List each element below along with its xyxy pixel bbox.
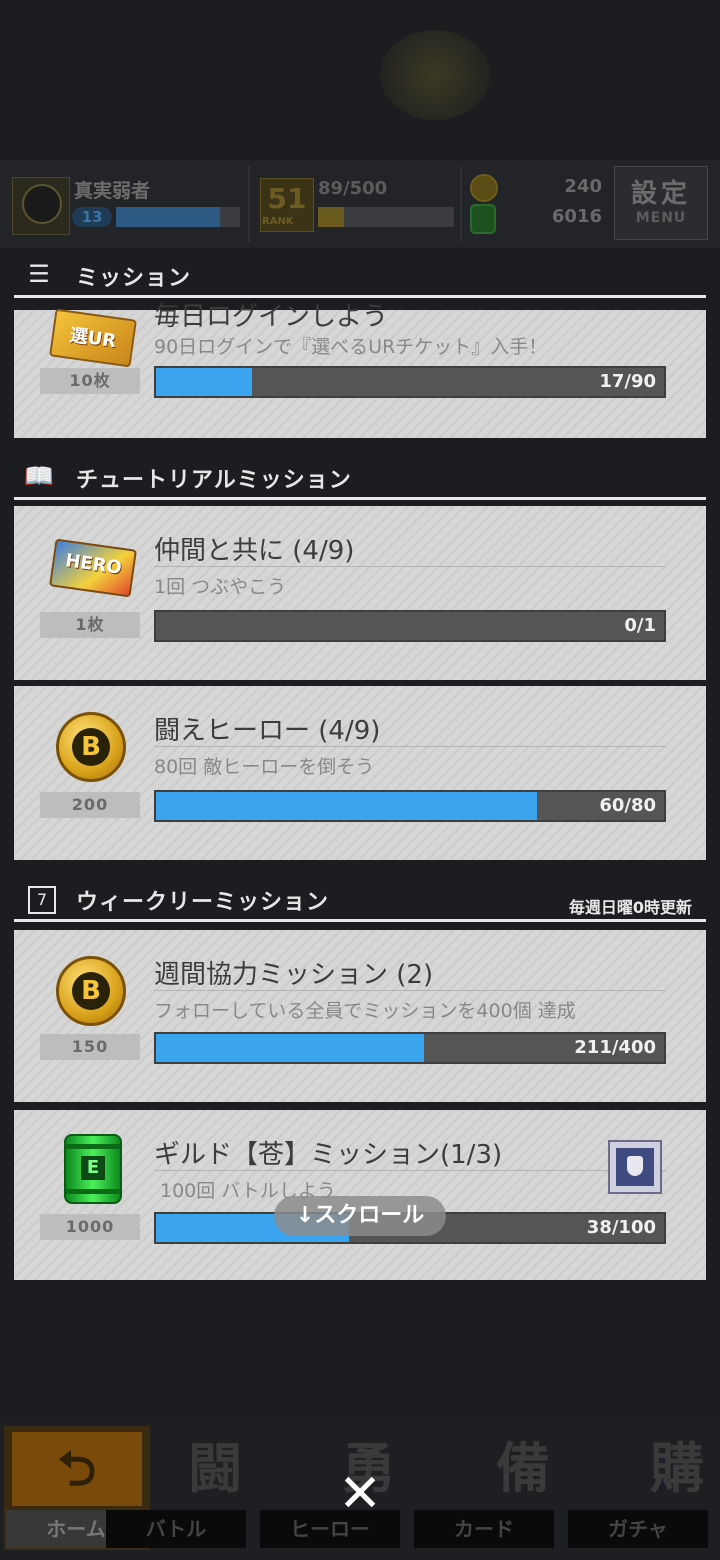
progress-fill <box>156 792 537 820</box>
coin-count: 240 <box>564 176 602 197</box>
ur-ticket-icon: 選UR <box>49 308 137 368</box>
guild-emblem-background <box>616 1148 654 1186</box>
mission-title: 週間協力ミッション (2) <box>154 960 434 990</box>
gacha-icon: 購 <box>650 1437 704 1500</box>
ticket-text: 選UR <box>68 324 118 353</box>
coin-emblem: B <box>72 728 110 766</box>
gem-icon <box>470 204 496 234</box>
barrel-band <box>66 1144 120 1149</box>
reward-count: 200 <box>40 792 140 818</box>
mission-card-weekly-coop[interactable]: B 週間協力ミッション (2) フォローしている全員でミッションを400個 達成… <box>14 930 706 1102</box>
mission-title: 毎日ログインしよう <box>154 302 389 332</box>
card-icon: 備 <box>496 1437 550 1500</box>
shield-icon <box>627 1156 643 1176</box>
tutorial-section-header: 📖 チュートリアルミッション <box>14 454 706 500</box>
mission-card-fight[interactable]: B 闘えヒーロー (4/9) 80回 敵ヒーローを倒そう 200 60/80 <box>14 686 706 860</box>
nav-card[interactable]: 備 カード <box>412 1426 558 1550</box>
nav-gacha[interactable]: 購 ガチャ <box>566 1426 712 1550</box>
weekly-section-header: 7 ウィークリーミッション 毎週日曜0時更新 <box>14 876 706 922</box>
section-underline <box>14 497 706 500</box>
nav-battle[interactable]: 闘 バトル <box>104 1426 250 1550</box>
title-rule <box>154 1170 666 1171</box>
mission-card-login[interactable]: 選UR 毎日ログインしよう 90日ログインで『選べるURチケット』入手！ 10枚… <box>14 302 706 438</box>
mission-description: 90日ログインで『選べるURチケット』入手！ <box>154 336 548 358</box>
progress-text: 38/100 <box>586 1217 656 1238</box>
gem-count: 6016 <box>551 206 602 227</box>
level-exp-fill <box>116 207 220 227</box>
title-rule <box>154 566 666 567</box>
coin-icon <box>470 174 498 202</box>
menu-button-label: 設定 <box>630 179 691 209</box>
section-title: チュートリアルミッション <box>76 468 352 493</box>
stamina-text: 89/500 <box>318 178 388 199</box>
reward-count: 1枚 <box>40 612 140 638</box>
nav-label: カード <box>414 1510 554 1548</box>
avatar-face-icon <box>22 184 62 224</box>
progress-text: 17/90 <box>599 371 656 392</box>
hero-ticket-icon: HERO <box>49 538 137 598</box>
progress-fill <box>156 368 252 396</box>
battle-icon: 闘 <box>188 1437 242 1500</box>
menu-button-sublabel: MENU <box>635 210 687 226</box>
section-title: ミッション <box>76 266 192 291</box>
nav-label: バトル <box>106 1510 246 1548</box>
stamina-fill <box>318 207 344 227</box>
reward-count: 10枚 <box>40 368 140 394</box>
level-badge: 13 <box>72 207 112 227</box>
barrel-band <box>66 1189 120 1194</box>
barrel-emblem: E <box>81 1156 105 1180</box>
divider <box>460 166 462 242</box>
progress-text: 0/1 <box>624 615 656 636</box>
mission-description: フォローしている全員でミッションを400個 達成 <box>154 1000 576 1022</box>
background-glow <box>380 30 490 120</box>
status-bar <box>0 160 720 248</box>
coin-icon: B <box>56 712 126 782</box>
mission-title: 闘えヒーロー (4/9) <box>154 716 381 746</box>
ticket-text: HERO <box>64 550 123 579</box>
coin-icon: B <box>56 956 126 1026</box>
book-icon: 📖 <box>24 462 54 490</box>
document-icon: ☰ <box>28 260 50 288</box>
mission-progress-bar: 211/400 <box>154 1032 666 1064</box>
mission-progress-bar: 0/1 <box>154 610 666 642</box>
rank-label: RANK <box>262 216 294 227</box>
progress-text: 60/80 <box>599 795 656 816</box>
guild-emblem-icon[interactable] <box>608 1140 662 1194</box>
mission-card-friends[interactable]: HERO 仲間と共に (4/9) 1回 つぶやこう 1枚 0/1 <box>14 506 706 680</box>
settings-menu-button[interactable]: 設定 MENU <box>614 166 708 240</box>
title-rule <box>154 990 666 991</box>
mission-section-header: ☰ ミッション <box>14 252 706 298</box>
nav-label: ガチャ <box>568 1510 708 1548</box>
mission-description: 1回 つぶやこう <box>154 576 287 598</box>
section-underline <box>14 919 706 922</box>
title-rule <box>154 746 666 747</box>
mission-description: 80回 敵ヒーローを倒そう <box>154 756 375 778</box>
progress-fill <box>156 1034 424 1062</box>
close-icon[interactable]: ✕ <box>336 1468 384 1520</box>
player-name: 真実弱者 <box>74 180 151 202</box>
calendar-icon: 7 <box>28 886 56 914</box>
progress-text: 211/400 <box>574 1037 656 1058</box>
scroll-hint[interactable]: ↓スクロール <box>274 1196 446 1236</box>
mission-title: ギルド【苍】ミッション(1/3) <box>154 1140 503 1170</box>
coin-emblem: B <box>72 972 110 1010</box>
green-barrel-icon: E <box>64 1134 122 1204</box>
mission-card-guild[interactable]: E ギルド【苍】ミッション(1/3) 100回 バトルしよう 1000 38/1… <box>14 1110 706 1280</box>
mission-title: 仲間と共に (4/9) <box>154 536 355 566</box>
mission-progress-bar: 17/90 <box>154 366 666 398</box>
reward-count: 150 <box>40 1034 140 1060</box>
section-title: ウィークリーミッション <box>76 890 330 915</box>
weekly-reset-note: 毎週日曜0時更新 <box>568 898 692 917</box>
mission-progress-bar: 60/80 <box>154 790 666 822</box>
reward-count: 1000 <box>40 1214 140 1240</box>
divider <box>248 166 250 242</box>
